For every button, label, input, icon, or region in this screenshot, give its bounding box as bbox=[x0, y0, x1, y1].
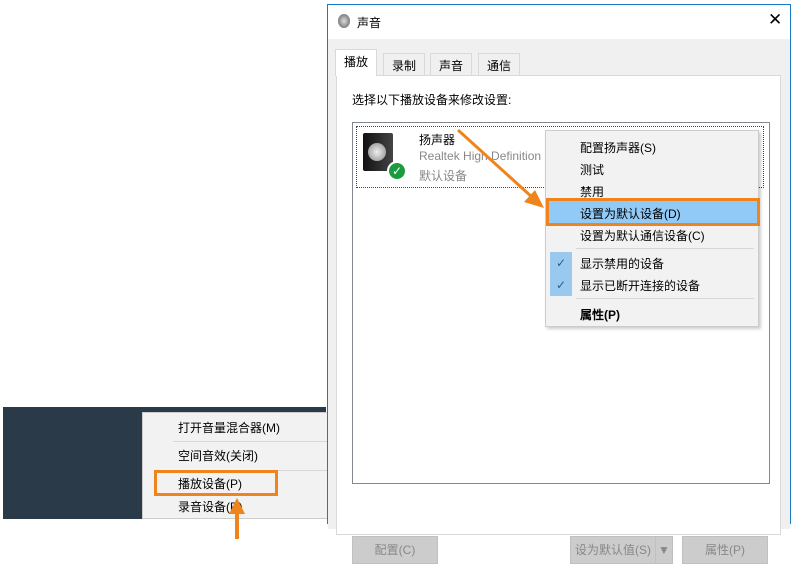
tab-playback[interactable]: 播放 bbox=[335, 49, 378, 76]
arrow-to-playback bbox=[229, 498, 245, 539]
annotation-arrows bbox=[229, 128, 544, 539]
set-default-dropdown[interactable]: ▼ bbox=[655, 536, 673, 564]
configure-button[interactable]: 配置(C) bbox=[352, 536, 438, 564]
chevron-down-icon: ▼ bbox=[658, 543, 670, 557]
set-default-button[interactable]: 设为默认值(S) bbox=[570, 536, 656, 564]
arrow-to-set-default bbox=[456, 128, 544, 208]
properties-button[interactable]: 属性(P) bbox=[682, 536, 768, 564]
